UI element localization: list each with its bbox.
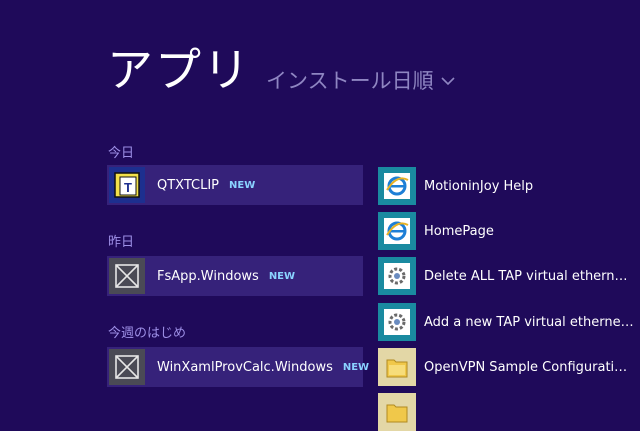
app-item-partial[interactable] bbox=[378, 393, 640, 431]
group-label-yesterday: 昨日 bbox=[108, 235, 135, 250]
app-tile-qtxtclip[interactable]: T QTXTCLIP NEW bbox=[107, 165, 363, 205]
svg-text:T: T bbox=[124, 180, 132, 195]
new-badge: NEW bbox=[342, 361, 370, 373]
app-name: FsApp.Windows bbox=[157, 268, 259, 284]
sort-label: インストール日順 bbox=[266, 69, 434, 93]
generic-app-icon bbox=[109, 349, 145, 385]
app-tile-fsapp[interactable]: FsApp.Windows NEW bbox=[107, 256, 363, 296]
app-name: Add a new TAP virtual ethernet… bbox=[424, 314, 634, 330]
group-label-today: 今日 bbox=[108, 146, 135, 161]
page-title: アプリ bbox=[107, 43, 251, 97]
new-badge: NEW bbox=[268, 270, 296, 282]
chevron-down-icon bbox=[441, 77, 455, 86]
folder-icon bbox=[378, 393, 416, 431]
app-tile-winxamlprovcalc[interactable]: WinXamlProvCalc.Windows NEW bbox=[107, 347, 369, 387]
group-label-early-this-week: 今週のはじめ bbox=[108, 326, 187, 341]
app-name: MotioninJoy Help bbox=[424, 178, 534, 194]
internet-explorer-icon bbox=[378, 212, 416, 250]
settings-gear-icon bbox=[378, 257, 416, 295]
app-item-add-tap[interactable]: Add a new TAP virtual ethernet… bbox=[378, 303, 640, 341]
app-name: HomePage bbox=[424, 223, 494, 239]
settings-gear-icon bbox=[378, 303, 416, 341]
app-name: WinXamlProvCalc.Windows bbox=[157, 359, 333, 375]
app-item-motioninjoy-help[interactable]: MotioninJoy Help bbox=[378, 167, 640, 205]
app-name: Delete ALL TAP virtual ethernet… bbox=[424, 268, 634, 284]
sort-dropdown[interactable]: インストール日順 bbox=[266, 67, 456, 95]
app-item-homepage[interactable]: HomePage bbox=[378, 212, 640, 250]
app-item-delete-tap[interactable]: Delete ALL TAP virtual ethernet… bbox=[378, 257, 640, 295]
qtxtclip-app-icon: T bbox=[109, 167, 145, 203]
folder-icon bbox=[378, 348, 416, 386]
app-name: QTXTCLIP bbox=[157, 177, 220, 193]
app-item-openvpn-sample[interactable]: OpenVPN Sample Configuratio… bbox=[378, 348, 640, 386]
generic-app-icon bbox=[109, 258, 145, 294]
internet-explorer-icon bbox=[378, 167, 416, 205]
new-badge: NEW bbox=[229, 179, 256, 191]
app-name: OpenVPN Sample Configuratio… bbox=[424, 359, 634, 375]
